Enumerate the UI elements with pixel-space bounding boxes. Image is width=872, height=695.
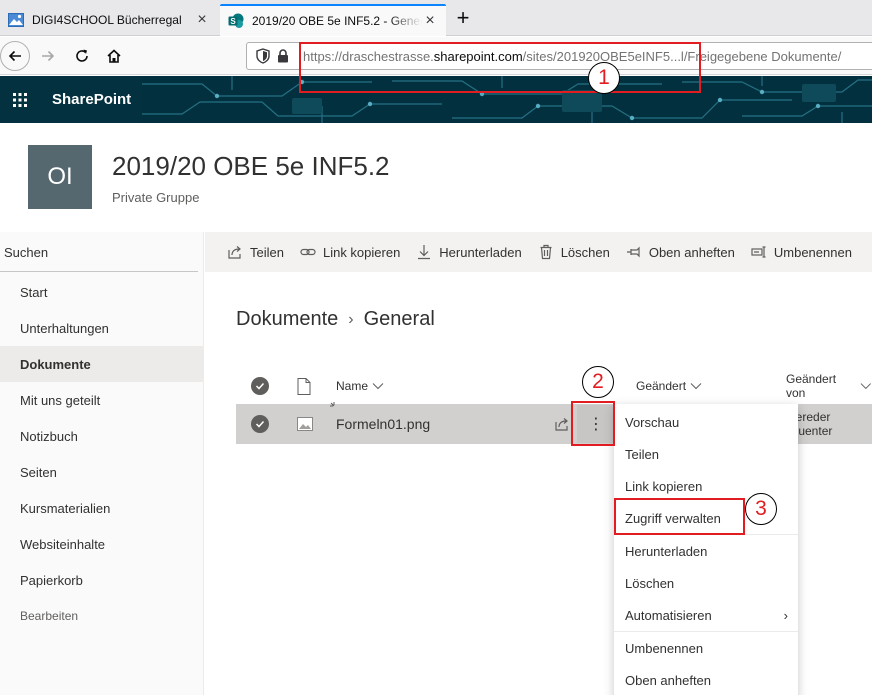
share-button[interactable]: Teilen — [227, 244, 284, 260]
site-title[interactable]: 2019/20 OBE 5e INF5.2 — [112, 151, 390, 182]
checkmark-icon — [251, 377, 269, 395]
menu-item-delete[interactable]: Löschen — [614, 567, 798, 599]
download-button[interactable]: Herunterladen — [416, 244, 522, 260]
nav-item-kursmaterialien[interactable]: Kursmaterialien — [0, 490, 204, 526]
chevron-down-icon — [861, 383, 872, 390]
copy-link-button[interactable]: Link kopieren — [300, 244, 400, 260]
breadcrumb-dokumente[interactable]: Dokumente — [236, 308, 338, 331]
select-all-checkbox[interactable] — [251, 370, 269, 402]
nav-item-websiteinhalte[interactable]: Websiteinhalte — [0, 526, 204, 562]
arrow-right-icon — [42, 50, 55, 62]
row-checkbox[interactable] — [251, 404, 269, 444]
reload-icon — [76, 49, 88, 62]
checkmark-icon — [251, 415, 269, 433]
annotation-number-1: 1 — [588, 62, 620, 94]
home-button[interactable] — [100, 42, 128, 70]
rename-label: Umbenennen — [773, 244, 852, 260]
svg-text:S: S — [230, 17, 236, 26]
column-header-name[interactable]: Name — [336, 370, 384, 402]
chevron-right-icon: › — [348, 310, 354, 328]
pin-icon — [626, 244, 642, 260]
annotation-number-3: 3 — [745, 493, 777, 525]
breadcrumb-general: General — [363, 308, 435, 330]
command-bar: Teilen Link kopieren Herunterladen Lösch… — [205, 232, 872, 272]
search-input[interactable]: Suchen — [0, 232, 198, 272]
copy-link-label: Link kopieren — [322, 244, 401, 260]
browser-tab-sharepoint[interactable]: S 2019/20 OBE 5e INF5.2 - General - Alle… — [220, 4, 446, 36]
chevron-right-icon: › — [783, 607, 788, 623]
column-header-modified[interactable]: Geändert — [636, 370, 702, 402]
menu-item-pin-to-top[interactable]: Oben anheften — [614, 664, 798, 695]
file-name-link[interactable]: Formeln01.png — [336, 404, 430, 444]
rename-button[interactable]: Umbenennen — [751, 244, 852, 260]
nav-edit-link[interactable]: Bearbeiten — [0, 598, 204, 634]
nav-item-seiten[interactable]: Seiten — [0, 454, 204, 490]
share-icon — [227, 244, 243, 260]
pin-to-top-button[interactable]: Oben anheften — [626, 244, 735, 260]
chevron-down-icon — [690, 383, 702, 390]
nav-item-dokumente[interactable]: Dokumente — [0, 346, 204, 382]
download-label: Herunterladen — [439, 244, 522, 260]
annotation-number-2: 2 — [582, 366, 614, 398]
chevron-down-icon — [372, 383, 384, 390]
tab-title: DIGI4SCHOOL Bücherregal — [32, 13, 182, 27]
app-launcher-icon[interactable] — [0, 76, 40, 123]
column-header-modified-by[interactable]: Geändert von — [786, 370, 872, 402]
file-type-icon[interactable] — [297, 370, 311, 402]
forward-button[interactable] — [34, 42, 62, 70]
image-file-icon — [297, 404, 313, 444]
annotation-box-more-actions — [571, 401, 615, 446]
modified-by-value: bereder Guenter — [789, 410, 833, 438]
link-icon — [300, 244, 316, 260]
close-icon[interactable]: × — [194, 11, 210, 29]
site-nav-list: Start Unterhaltungen Dokumente Mit uns g… — [0, 274, 204, 634]
annotation-box-url — [299, 42, 701, 93]
close-icon[interactable]: × — [422, 12, 438, 30]
nav-item-papierkorb[interactable]: Papierkorb — [0, 562, 204, 598]
rename-icon — [751, 244, 767, 260]
left-navigation: Suchen Start Unterhaltungen Dokumente Mi… — [0, 232, 204, 695]
nav-item-mit-uns-geteilt[interactable]: Mit uns geteilt — [0, 382, 204, 418]
shield-icon[interactable] — [253, 48, 273, 64]
menu-item-share[interactable]: Teilen — [614, 438, 798, 470]
site-privacy-label: Private Gruppe — [112, 190, 200, 205]
pin-label: Oben anheften — [648, 244, 735, 260]
back-button[interactable] — [0, 41, 30, 71]
lock-icon[interactable] — [273, 49, 293, 63]
tab-title: 2019/20 OBE 5e INF5.2 - General - Alle D… — [252, 14, 422, 28]
delete-button[interactable]: Löschen — [538, 244, 610, 260]
menu-item-preview[interactable]: Vorschau — [614, 406, 798, 438]
new-tab-button[interactable]: + — [448, 4, 478, 32]
share-label: Teilen — [250, 244, 284, 260]
nav-item-unterhaltungen[interactable]: Unterhaltungen — [0, 310, 204, 346]
annotation-box-manage-access — [614, 498, 745, 535]
arrow-left-icon — [8, 50, 21, 62]
home-icon — [107, 49, 121, 63]
menu-item-automate[interactable]: Automatisieren › — [614, 599, 798, 631]
suite-header: SharePoint — [0, 76, 142, 123]
nav-item-notizbuch[interactable]: Notizbuch — [0, 418, 204, 454]
browser-tabstrip: DIGI4SCHOOL Bücherregal × S 2019/20 OBE … — [0, 0, 872, 36]
nav-item-start[interactable]: Start — [0, 274, 204, 310]
sharepoint-logo-icon: S — [228, 13, 244, 28]
share-row-icon[interactable] — [554, 404, 570, 444]
menu-item-rename[interactable]: Umbenennen — [614, 632, 798, 664]
breadcrumb: Dokumente › General — [236, 308, 435, 331]
sharepoint-brand-link[interactable]: SharePoint — [52, 91, 131, 108]
reload-button[interactable] — [68, 42, 96, 70]
delete-label: Löschen — [560, 244, 610, 260]
context-menu: Vorschau Teilen Link kopieren Zugriff ve… — [614, 404, 798, 695]
image-icon — [8, 13, 24, 27]
download-icon — [416, 244, 432, 260]
trash-icon — [538, 244, 554, 260]
site-logo[interactable]: OI — [28, 145, 92, 209]
menu-item-download[interactable]: Herunterladen — [614, 535, 798, 567]
browser-tab-digi4school[interactable]: DIGI4SCHOOL Bücherregal × — [0, 4, 218, 36]
